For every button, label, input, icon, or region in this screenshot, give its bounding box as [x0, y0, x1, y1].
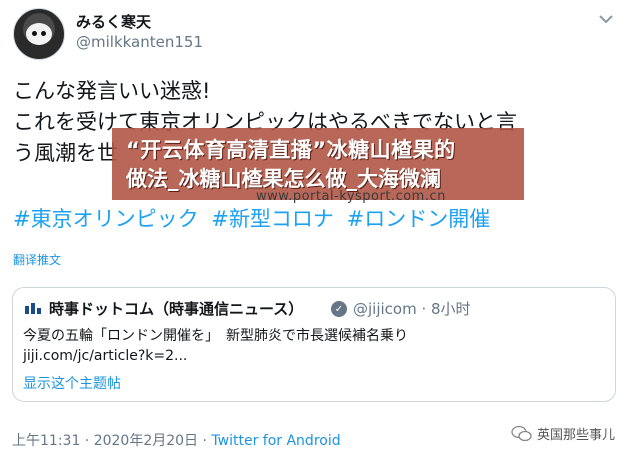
tweet-meta: 上午11:31 · 2020年2月20日 · Twitter for Andro…: [12, 430, 341, 450]
verified-badge-icon: ✓: [331, 301, 347, 317]
wechat-icon: [511, 425, 532, 441]
quoted-source-name[interactable]: 時事ドットコム（時事通信ニュース）: [49, 298, 303, 319]
avatar-eye-left: [32, 31, 37, 36]
quoted-tweet-card[interactable]: 時事ドットコム（時事通信ニュース） ✓ @jijicom · 8小时 今夏の五輪…: [12, 287, 616, 402]
chevron-down-icon[interactable]: [597, 10, 615, 28]
hashtag-link[interactable]: #東京オリンピック: [13, 207, 199, 231]
avatar-eye-right: [41, 31, 46, 36]
translate-tweet-link[interactable]: 翻译推文: [13, 251, 61, 268]
wechat-account: 英国那些事儿: [511, 424, 615, 443]
hashtag-link[interactable]: #新型コロナ: [211, 207, 334, 231]
watermark-url: www.portal-kysport.com.cn: [256, 189, 446, 204]
timestamp[interactable]: 上午11:31 · 2020年2月20日 ·: [12, 433, 211, 449]
hashtags: #東京オリンピック #新型コロナ #ロンドン開催: [13, 203, 496, 233]
wechat-account-name: 英国那些事儿: [536, 428, 615, 443]
hashtag-link[interactable]: #ロンドン開催: [347, 207, 491, 231]
jiji-logo-icon: [25, 303, 41, 314]
quoted-text-line-2: jiji.com/jc/article?k=2...: [23, 348, 188, 364]
tweet-line-1: こんな発言いい迷惑!: [13, 79, 211, 103]
client-link[interactable]: Twitter for Android: [211, 433, 340, 449]
avatar[interactable]: [13, 8, 65, 60]
avatar-face: [26, 23, 52, 45]
quoted-source-handle[interactable]: @jijicom · 8小时: [353, 298, 471, 319]
overlay-title-line-1: “开云体育高清直播”冰糖山楂果的: [126, 138, 456, 162]
quoted-text-line-1: 今夏の五輪「ロンドン開催を」 新型肺炎で市長選候補名乗り: [23, 328, 408, 344]
user-handle[interactable]: @milkkanten151: [76, 33, 203, 51]
show-thread-link[interactable]: 显示这个主题帖: [23, 373, 121, 393]
display-name[interactable]: みるく寒天: [76, 11, 151, 32]
